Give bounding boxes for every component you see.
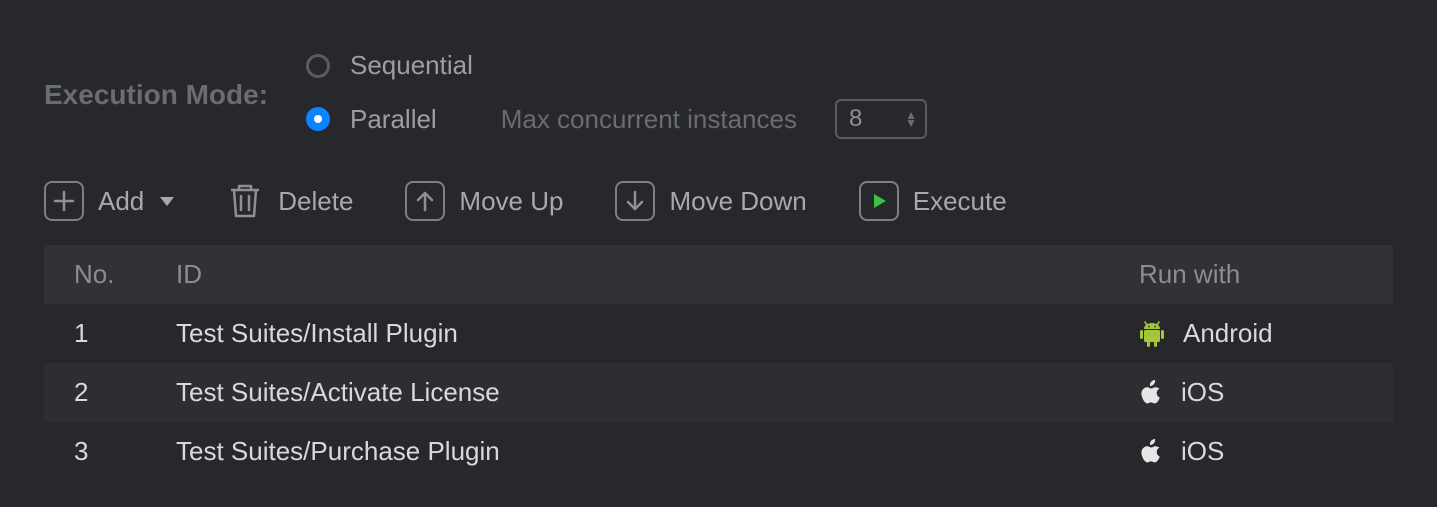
max-concurrent-label: Max concurrent instances [501,104,797,135]
trash-icon [226,181,264,221]
execute-button[interactable]: Execute [859,181,1007,221]
radio-sequential-label: Sequential [350,50,473,81]
android-icon [1139,319,1165,349]
max-concurrent-value: 8 [849,105,862,133]
play-icon [859,181,899,221]
column-header-id[interactable]: ID [176,259,1139,290]
stepper-arrows-icon: ▲▼ [905,111,917,127]
move-down-button[interactable]: Move Down [615,181,806,221]
move-up-button[interactable]: Move Up [405,181,563,221]
radio-parallel-label: Parallel [350,104,437,135]
radio-parallel[interactable] [306,107,330,131]
column-header-runwith[interactable]: Run with [1139,259,1393,290]
caret-down-icon [160,197,174,206]
arrow-up-icon [405,181,445,221]
plus-icon [44,181,84,221]
table-row[interactable]: 1 Test Suites/Install Plugin Androi [44,304,1393,363]
apple-icon [1139,438,1163,466]
table-row[interactable]: 2 Test Suites/Activate License iOS [44,363,1393,422]
delete-button[interactable]: Delete [226,181,353,221]
radio-sequential[interactable] [306,54,330,78]
add-button[interactable]: Add [44,181,174,221]
max-concurrent-stepper[interactable]: 8 ▲▼ [835,99,927,139]
table-row[interactable]: 3 Test Suites/Purchase Plugin iOS [44,422,1393,481]
arrow-down-icon [615,181,655,221]
apple-icon [1139,379,1163,407]
execution-mode-label: Execution Mode: [44,79,306,111]
column-header-no[interactable]: No. [44,259,176,290]
test-suites-table: No. ID Run with 1 Test Suites/Install Pl… [44,245,1393,481]
